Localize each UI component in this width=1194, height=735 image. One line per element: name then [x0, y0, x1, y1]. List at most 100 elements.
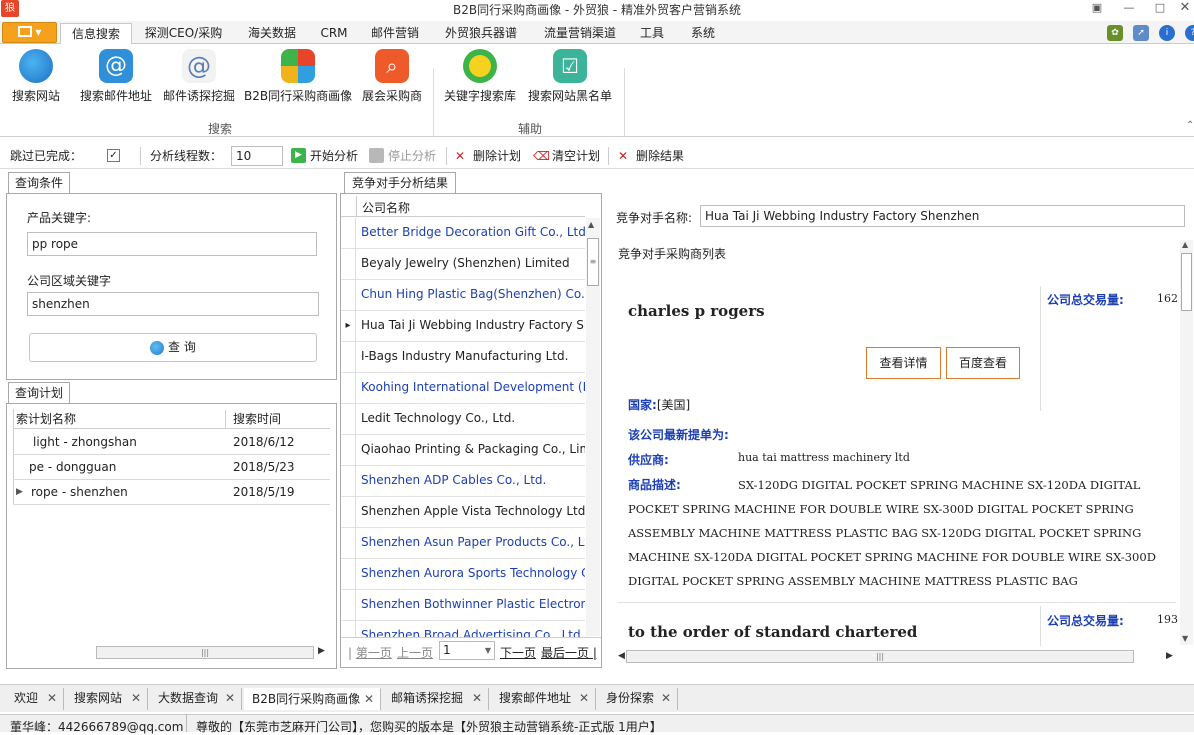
- total-volume-label: 公司总交易量:: [1047, 614, 1124, 628]
- result-row[interactable]: I-Bags Industry Manufacturing Ltd.: [341, 342, 585, 373]
- results-scroll-thumb[interactable]: ≡: [587, 238, 599, 286]
- result-row[interactable]: Beyaly Jewelry (Shenzhen) Limited: [341, 249, 585, 280]
- threads-input[interactable]: 10: [231, 146, 283, 166]
- query-button[interactable]: 查 询: [29, 333, 317, 362]
- document-tab[interactable]: 搜索网站 ✕: [66, 688, 148, 710]
- pager-first-link[interactable]: | 第一页: [348, 644, 392, 661]
- website-blacklist-button[interactable]: ☑ 搜索网站黑名单: [526, 47, 614, 117]
- expo-buyers-button[interactable]: ⌕ 展会采购商: [358, 47, 426, 117]
- tab-query-plan[interactable]: 查询计划: [8, 382, 70, 404]
- info-icon[interactable]: i: [1159, 25, 1175, 41]
- tab-crm[interactable]: CRM: [312, 23, 356, 44]
- scroll-right-icon[interactable]: ▶: [318, 646, 325, 656]
- competitor-name-field[interactable]: Hua Tai Ji Webbing Industry Factory Shen…: [700, 205, 1185, 227]
- product-keyword-input[interactable]: pp rope: [27, 232, 317, 256]
- tab-query-conditions[interactable]: 查询条件: [8, 172, 70, 194]
- view-details-button[interactable]: 查看详情: [866, 347, 941, 379]
- close-tab-icon[interactable]: ✕: [579, 688, 589, 708]
- detail-hscrollbar[interactable]: |||: [626, 650, 1134, 663]
- result-company-name: Shenzhen Aurora Sports Technology Co.: [361, 566, 585, 580]
- close-tab-icon[interactable]: ✕: [364, 689, 374, 709]
- globe-icon: [150, 340, 165, 355]
- close-tab-icon[interactable]: ✕: [131, 688, 141, 708]
- baidu-view-button[interactable]: 百度查看: [946, 347, 1020, 379]
- stop-analysis-button[interactable]: 停止分析: [388, 148, 436, 164]
- tab-competitor-results[interactable]: 竞争对手分析结果: [344, 172, 456, 194]
- scroll-down-icon[interactable]: ▼: [1182, 634, 1188, 643]
- plan-hscrollbar[interactable]: |||: [96, 646, 314, 659]
- result-row[interactable]: Better Bridge Decoration Gift Co., Ltd.: [341, 218, 585, 249]
- help-icon[interactable]: ?: [1185, 25, 1194, 41]
- maximize-icon[interactable]: □: [1149, 0, 1171, 18]
- close-tab-icon[interactable]: ✕: [47, 688, 57, 708]
- tab-arsenal[interactable]: 外贸狼兵器谱: [435, 23, 527, 44]
- start-analysis-button[interactable]: 开始分析: [310, 148, 358, 164]
- pager-next-link[interactable]: 下一页: [500, 644, 536, 661]
- delete-plan-button[interactable]: 删除计划: [473, 148, 521, 164]
- close-icon[interactable]: ✕: [1174, 0, 1194, 18]
- result-row[interactable]: Qiaohao Printing & Packaging Co., Limite…: [341, 435, 585, 466]
- close-tab-icon[interactable]: ✕: [661, 688, 671, 708]
- tab-traffic-channels[interactable]: 流量营销渠道: [533, 23, 627, 44]
- pager-last-link[interactable]: 最后一页 |: [541, 644, 597, 661]
- b2b-buyer-portrait-button[interactable]: B2B同行采购商画像: [244, 47, 352, 117]
- result-row[interactable]: Shenzhen Asun Paper Products Co., Ltd.: [341, 528, 585, 559]
- total-volume-value: 193: [1157, 613, 1178, 626]
- minimize-icon[interactable]: —: [1118, 0, 1140, 18]
- result-row[interactable]: Ledit Technology Co., Ltd.: [341, 404, 585, 435]
- result-company-name: I-Bags Industry Manufacturing Ltd.: [361, 349, 569, 363]
- plan-row[interactable]: ▶ rope - shenzhen 2018/5/19: [13, 480, 330, 505]
- country-row: 国家:[美国]: [628, 396, 690, 413]
- plan-row[interactable]: light - zhongshan 2018/6/12: [13, 430, 330, 455]
- detail-scroll-thumb[interactable]: [1181, 253, 1192, 311]
- tab-detect-ceo[interactable]: 探测CEO/采购: [137, 23, 230, 44]
- close-tab-icon[interactable]: ✕: [225, 688, 235, 708]
- collapse-ribbon-icon[interactable]: ⌃: [1186, 120, 1194, 131]
- region-keyword-input[interactable]: shenzhen: [27, 292, 319, 316]
- tab-email-marketing[interactable]: 邮件营销: [362, 23, 428, 44]
- pager-prev-link[interactable]: 上一页: [397, 644, 433, 661]
- scroll-left-icon[interactable]: ◀: [618, 651, 625, 661]
- document-tab-label: 搜索网站: [74, 691, 123, 705]
- result-row[interactable]: Chun Hing Plastic Bag(Shenzhen) Co., Ltd…: [341, 280, 585, 311]
- tab-customs-data[interactable]: 海关数据: [236, 23, 308, 44]
- results-col-company[interactable]: 公司名称: [362, 199, 410, 216]
- scroll-up-icon[interactable]: ▲: [588, 220, 594, 229]
- tab-tools[interactable]: 工具: [632, 23, 672, 44]
- document-tab[interactable]: 欢迎 ✕: [6, 688, 64, 710]
- result-row[interactable]: Shenzhen ADP Cables Co., Ltd.: [341, 466, 585, 497]
- checklist-icon: ☑: [553, 49, 587, 83]
- document-tab[interactable]: 邮箱诱探挖掘 ✕: [383, 688, 489, 710]
- plan-row[interactable]: pe - dongguan 2018/5/23: [13, 455, 330, 480]
- settings-gear-icon[interactable]: ✿: [1107, 25, 1123, 41]
- delete-result-button[interactable]: 删除结果: [636, 148, 684, 164]
- document-tab[interactable]: B2B同行采购商画像 ✕: [244, 688, 381, 710]
- group-divider: [433, 68, 434, 136]
- keyword-library-button[interactable]: 关键字搜索库: [441, 47, 519, 117]
- clear-plan-button[interactable]: 清空计划: [552, 148, 600, 164]
- restore-icon[interactable]: ▣: [1086, 0, 1108, 18]
- plan-col-time[interactable]: 搜索时间: [233, 410, 281, 428]
- result-row[interactable]: Shenzhen Apple Vista Technology Ltd.: [341, 497, 585, 528]
- tab-info-search[interactable]: 信息搜索: [60, 23, 132, 44]
- share-icon[interactable]: ➚: [1133, 25, 1149, 41]
- scroll-up-icon[interactable]: ▲: [1182, 240, 1188, 249]
- document-tab[interactable]: 大数据查询 ✕: [150, 688, 242, 710]
- document-tab[interactable]: 身份探索 ✕: [598, 688, 678, 710]
- result-row[interactable]: Shenzhen Bothwinner Plastic Electronic F…: [341, 590, 585, 621]
- scroll-right-icon[interactable]: ▶: [1166, 651, 1173, 661]
- email-probe-button[interactable]: @ 邮件诱探挖掘: [160, 47, 238, 117]
- tab-system[interactable]: 系统: [683, 23, 723, 44]
- skip-done-checkbox[interactable]: ✓: [107, 149, 120, 162]
- close-tab-icon[interactable]: ✕: [472, 688, 482, 708]
- result-row[interactable]: ▸ Hua Tai Ji Webbing Industry Factory She…: [341, 311, 585, 342]
- search-email-button[interactable]: @ 搜索邮件地址: [78, 47, 154, 117]
- plan-col-name[interactable]: 索计划名称: [16, 410, 226, 428]
- result-row[interactable]: Koohing International Development (HK): [341, 373, 585, 404]
- result-row[interactable]: Shenzhen Aurora Sports Technology Co.: [341, 559, 585, 590]
- search-website-button[interactable]: 搜索网站: [8, 47, 64, 117]
- page-number-select[interactable]: 1 ▼: [439, 641, 495, 660]
- status-divider: [186, 714, 187, 732]
- app-menu-button[interactable]: ▾: [2, 22, 57, 43]
- document-tab[interactable]: 搜索邮件地址 ✕: [491, 688, 596, 710]
